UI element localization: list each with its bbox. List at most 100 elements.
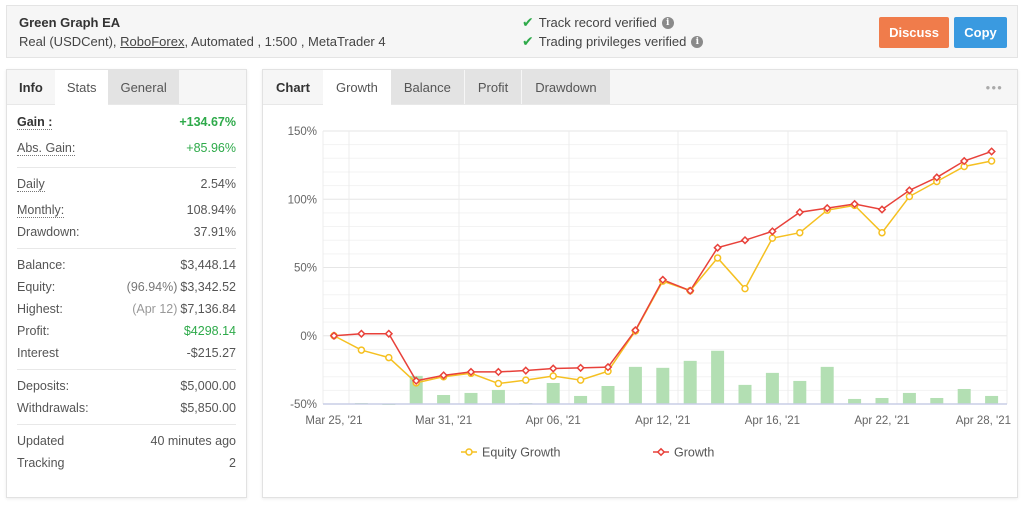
stat-tracking: Tracking 2 bbox=[17, 452, 236, 474]
system-title: Green Graph EA bbox=[19, 15, 121, 30]
x-tick-label: Apr 22, '21 bbox=[854, 415, 909, 427]
data-point bbox=[494, 367, 503, 377]
data-point bbox=[576, 376, 585, 384]
info-icon[interactable]: i bbox=[691, 35, 704, 48]
chart-panel: Chart Growth Balance Profit Drawdown ●●●… bbox=[262, 69, 1018, 498]
bar bbox=[930, 397, 944, 404]
data-point bbox=[548, 364, 558, 373]
x-tick-label: Apr 06, '21 bbox=[526, 415, 581, 427]
series-line-equity-growth bbox=[333, 160, 992, 385]
data-point bbox=[987, 157, 996, 165]
stats-tabs: Info Stats General bbox=[7, 70, 246, 106]
y-tick-label: 100% bbox=[288, 194, 317, 206]
stat-label[interactable]: Daily bbox=[17, 177, 45, 192]
stat-label: Drawdown: bbox=[17, 225, 80, 239]
bar bbox=[464, 392, 478, 404]
stat-value-group: (96.94%) $3,342.52 bbox=[127, 280, 236, 294]
data-point bbox=[768, 234, 777, 242]
stat-equity: Equity: (96.94%) $3,342.52 bbox=[17, 276, 236, 298]
stat-label[interactable]: Gain : bbox=[17, 115, 53, 130]
divider bbox=[17, 424, 236, 425]
bar bbox=[957, 388, 971, 404]
legend-marker bbox=[656, 447, 666, 457]
legend-label[interactable]: Equity Growth bbox=[482, 446, 561, 460]
copy-button[interactable]: Copy bbox=[954, 17, 1007, 48]
discuss-button[interactable]: Discuss bbox=[879, 17, 949, 48]
verification-label: Trading privileges verified bbox=[538, 34, 687, 49]
check-icon: ✔ bbox=[522, 14, 534, 30]
stat-label: Withdrawals: bbox=[17, 401, 89, 415]
stat-gain: Gain : +134.67% bbox=[17, 111, 236, 133]
trading-privileges-verified: ✔ Trading privileges verified i bbox=[522, 33, 704, 50]
data-point bbox=[385, 353, 393, 362]
bar bbox=[793, 380, 807, 404]
stat-value-group: (Apr 12) $7,136.84 bbox=[132, 302, 236, 316]
x-tick-label: Apr 12, '21 bbox=[635, 415, 690, 427]
tab-general[interactable]: General bbox=[108, 70, 179, 104]
stat-value: $3,448.14 bbox=[180, 258, 236, 272]
info-icon[interactable]: i bbox=[661, 16, 674, 29]
bar bbox=[683, 360, 697, 404]
data-point bbox=[494, 379, 503, 388]
data-point bbox=[576, 363, 585, 373]
stat-value: $5,000.00 bbox=[180, 379, 236, 393]
stat-deposits: Deposits: $5,000.00 bbox=[17, 375, 236, 397]
y-tick-label: 150% bbox=[288, 126, 317, 138]
stat-label: Tracking bbox=[17, 456, 65, 470]
stat-value: $3,342.52 bbox=[180, 280, 236, 294]
data-point bbox=[740, 235, 750, 245]
bar bbox=[628, 366, 642, 404]
stat-abs-gain: Abs. Gain: +85.96% bbox=[17, 137, 236, 159]
y-tick-label: 50% bbox=[294, 263, 317, 275]
verification-label: Track record verified bbox=[538, 15, 657, 30]
bar bbox=[437, 394, 451, 404]
stat-label: Updated bbox=[17, 434, 65, 448]
stat-daily: Daily 2.54% bbox=[17, 173, 236, 195]
account-details: Real (USDCent), RoboForex, Automated , 1… bbox=[19, 34, 386, 49]
x-tick-label: Mar 31, '21 bbox=[415, 415, 472, 427]
tab-stats[interactable]: Stats bbox=[54, 70, 109, 106]
stat-value: 108.94% bbox=[186, 203, 236, 217]
stat-value: +134.67% bbox=[179, 115, 236, 129]
track-record-verified: ✔ Track record verified i bbox=[522, 14, 674, 31]
bar bbox=[738, 384, 752, 404]
stat-label: Deposits: bbox=[17, 379, 70, 393]
stat-balance: Balance: $3,448.14 bbox=[17, 254, 236, 276]
stat-value: 2.54% bbox=[200, 177, 236, 191]
stat-value: $4298.14 bbox=[183, 324, 236, 338]
y-tick-label: -50% bbox=[290, 399, 317, 411]
stat-value: 40 minutes ago bbox=[150, 434, 236, 448]
bar bbox=[711, 350, 725, 404]
stat-highest: Highest: (Apr 12) $7,136.84 bbox=[17, 298, 236, 320]
stat-value: $5,850.00 bbox=[180, 401, 236, 415]
stats-list: Gain : +134.67% Abs. Gain: +85.96% Daily… bbox=[7, 105, 246, 474]
bar bbox=[546, 382, 560, 404]
bar bbox=[875, 397, 889, 404]
stat-label: Highest: bbox=[17, 302, 63, 316]
data-point bbox=[521, 366, 531, 375]
stat-label: Balance: bbox=[17, 258, 66, 272]
divider bbox=[17, 248, 236, 249]
bar bbox=[574, 395, 588, 404]
stat-profit: Profit: $4298.14 bbox=[17, 320, 236, 342]
stat-value: 2 bbox=[229, 456, 236, 470]
tab-info[interactable]: Info bbox=[7, 70, 55, 104]
broker-link[interactable]: RoboForex bbox=[120, 34, 184, 49]
data-point bbox=[796, 228, 804, 237]
stat-withdrawals: Withdrawals: $5,850.00 bbox=[17, 397, 236, 419]
data-point bbox=[987, 147, 996, 156]
bar bbox=[765, 372, 779, 404]
data-point bbox=[741, 284, 749, 293]
bar bbox=[848, 398, 862, 404]
stat-updated: Updated 40 minutes ago bbox=[17, 430, 236, 452]
data-point bbox=[713, 254, 722, 262]
stat-label[interactable]: Abs. Gain: bbox=[17, 141, 76, 156]
stat-label[interactable]: Monthly: bbox=[17, 203, 65, 218]
highest-date: (Apr 12) bbox=[132, 302, 178, 316]
bar bbox=[601, 385, 615, 404]
stat-drawdown: Drawdown: 37.91% bbox=[17, 221, 236, 243]
stat-label: Profit: bbox=[17, 324, 50, 338]
x-tick-label: Apr 16, '21 bbox=[745, 415, 800, 427]
data-point bbox=[357, 346, 366, 354]
legend-label[interactable]: Growth bbox=[674, 446, 714, 460]
